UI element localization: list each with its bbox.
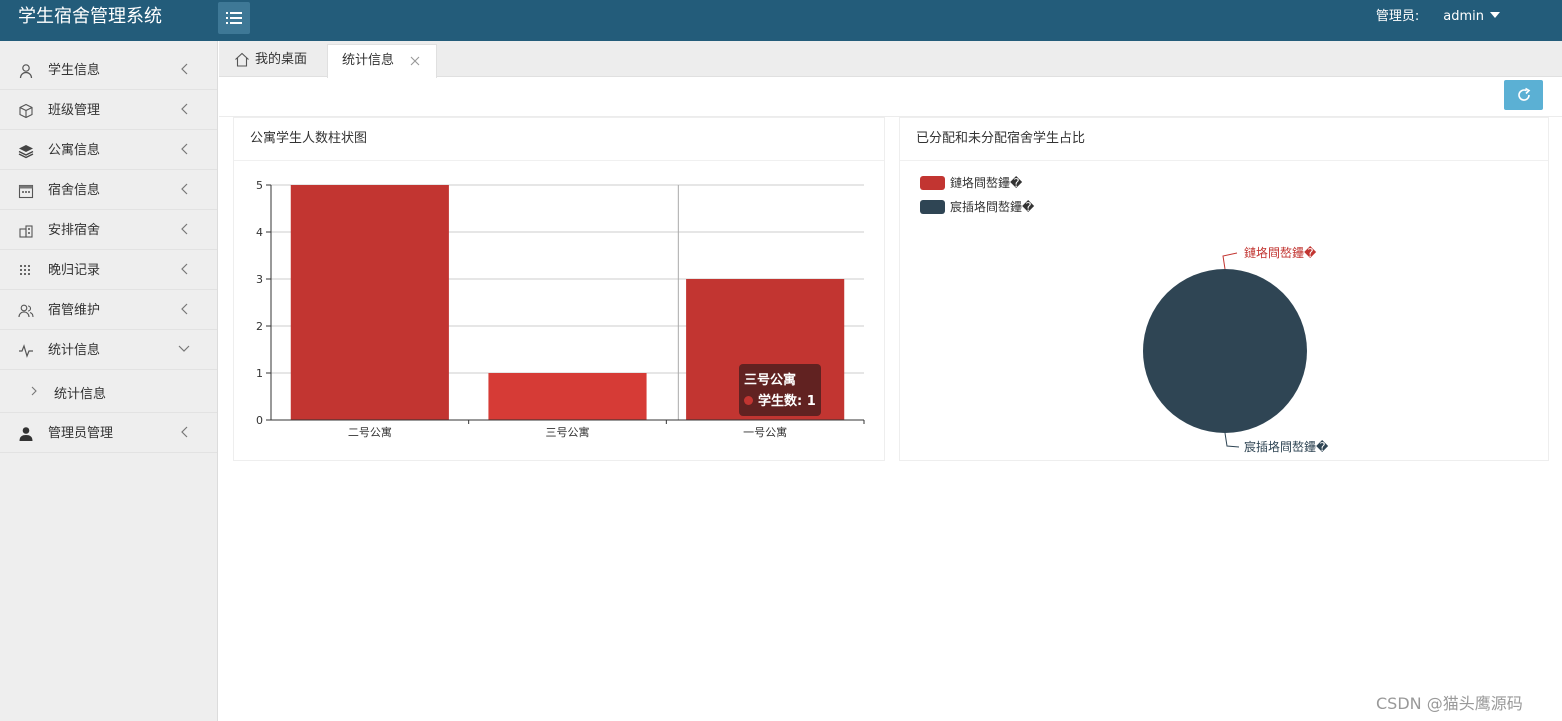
sidebar-subitem-statistics[interactable]: 统计信息	[0, 370, 217, 413]
chevron-left-icon	[181, 63, 188, 75]
y-tick-label: 3	[256, 273, 263, 286]
x-tick-label: 二号公寓	[348, 425, 392, 439]
chart-tooltip: 三号公寓 学生数: 1	[739, 364, 821, 416]
pie-chart: 鏈垎閰嶅鑸� 宸插垎閰嶅鑸� 鏈垎閰嶅鑸� 宸插垎閰嶅鑸�	[920, 175, 1329, 454]
series-dot-icon	[744, 396, 753, 405]
pie-label-line	[1222, 252, 1238, 270]
pulse-icon	[19, 344, 33, 358]
x-tick-label: 一号公寓	[743, 425, 787, 439]
legend-label: 宸插垎閰嶅鑸�	[950, 199, 1035, 214]
tooltip-series: 学生数	[758, 394, 798, 409]
chevron-right-icon	[31, 386, 37, 396]
legend-label: 鏈垎閰嶅鑸�	[950, 175, 1023, 190]
tooltip-value: 1	[806, 394, 816, 409]
app-title: 学生宿舍管理系统	[18, 6, 162, 27]
legend-swatch	[920, 176, 945, 190]
tab-label: 我的桌面	[255, 52, 308, 67]
y-tick-label: 1	[256, 367, 263, 380]
sidebar-item-label: 晚归记录	[48, 263, 101, 278]
y-tick-label: 4	[256, 226, 263, 239]
layers-icon	[18, 145, 34, 159]
chevron-down-icon	[178, 345, 190, 352]
users-icon	[18, 304, 34, 318]
sidebar-item-statistics[interactable]: 统计信息	[0, 330, 217, 370]
sidebar-subitem-label: 统计信息	[54, 387, 107, 402]
chevron-left-icon	[181, 103, 188, 115]
sidebar-item-label: 学生信息	[48, 63, 101, 78]
watermark: CSDN @猫头鹰源码	[1376, 694, 1523, 713]
pie-slice	[1143, 269, 1307, 433]
bar	[488, 373, 647, 420]
building-icon	[19, 225, 33, 238]
content-toolbar	[219, 77, 1562, 117]
sidebar-item-label: 宿管维护	[48, 303, 101, 318]
chevron-left-icon	[181, 263, 188, 275]
refresh-button[interactable]	[1504, 80, 1543, 110]
legend-swatch	[920, 200, 945, 214]
sidebar-item-late-return[interactable]: 晚归记录	[0, 250, 217, 290]
chevron-left-icon	[181, 223, 188, 235]
home-icon	[235, 52, 249, 67]
person-solid-icon	[19, 427, 33, 441]
top-header: 学生宿舍管理系统 管理员: admin	[0, 0, 1562, 41]
y-tick-label: 2	[256, 320, 263, 333]
y-tick-label: 5	[256, 179, 263, 192]
list-icon	[226, 12, 242, 24]
sidebar-item-label: 宿舍信息	[48, 183, 101, 198]
sidebar-item-label: 管理员管理	[48, 426, 114, 441]
sidebar-item-dorm-info[interactable]: 宿舍信息	[0, 170, 217, 210]
sidebar-item-student-info[interactable]: 学生信息	[0, 50, 217, 90]
refresh-icon	[1518, 87, 1531, 101]
chevron-left-icon	[181, 143, 188, 155]
bar-chart-panel: 公寓学生人数柱状图 0 1 2 3 4 5 二号公寓 三号公寓 一号公寓 三号公寓 学生数: 1	[233, 117, 885, 461]
chevron-left-icon	[181, 183, 188, 195]
sidebar-item-apartment-info[interactable]: 公寓信息	[0, 130, 217, 170]
cube-icon	[19, 103, 33, 119]
pie-chart-panel: 已分配和未分配宿舍学生占比 鏈垎閰嶅鑸� 宸插垎閰嶅鑸� 鏈垎閰嶅鑸� 宸插垎閰嶅鑸�	[899, 117, 1549, 461]
calendar-icon	[18, 184, 34, 199]
grid-icon	[20, 265, 30, 275]
caret-down-icon	[1490, 12, 1500, 18]
pie-label-line	[1224, 432, 1240, 448]
sidebar-item-label: 统计信息	[48, 343, 101, 358]
tab-statistics[interactable]: 统计信息	[327, 44, 437, 78]
chevron-left-icon	[181, 303, 188, 315]
close-icon[interactable]	[410, 56, 420, 66]
tab-label: 统计信息	[342, 53, 395, 68]
sidebar-item-dorm-manager[interactable]: 宿管维护	[0, 290, 217, 330]
sidebar-item-admin-management[interactable]: 管理员管理	[0, 413, 217, 453]
admin-label: 管理员:	[1375, 9, 1420, 24]
tooltip-title: 三号公寓	[744, 373, 797, 388]
pie-label: 鏈垎閰嶅鑸�	[1244, 245, 1317, 260]
bar	[290, 185, 449, 420]
admin-menu[interactable]: 管理员: admin	[1376, 9, 1500, 25]
sidebar: 学生信息 班级管理 公寓信息 宿舍信息 安排宿舍 晚归记录 宿管维护 统计信息	[0, 41, 218, 721]
sidebar-item-label: 班级管理	[48, 103, 101, 118]
tab-my-desktop[interactable]: 我的桌面	[219, 44, 326, 78]
tab-bar: 我的桌面 统计信息	[219, 41, 1562, 78]
user-icon	[19, 64, 33, 79]
sidebar-item-label: 安排宿舍	[48, 223, 101, 238]
y-tick-label: 0	[256, 414, 263, 427]
admin-username: admin	[1443, 9, 1484, 24]
menu-toggle-button[interactable]	[218, 2, 250, 34]
sidebar-item-arrange-dorm[interactable]: 安排宿舍	[0, 210, 217, 250]
sidebar-item-class-management[interactable]: 班级管理	[0, 90, 217, 130]
pie-label: 宸插垎閰嶅鑸�	[1244, 439, 1329, 454]
sidebar-item-label: 公寓信息	[48, 143, 101, 158]
x-tick-label: 三号公寓	[546, 425, 590, 439]
chevron-left-icon	[181, 426, 188, 438]
